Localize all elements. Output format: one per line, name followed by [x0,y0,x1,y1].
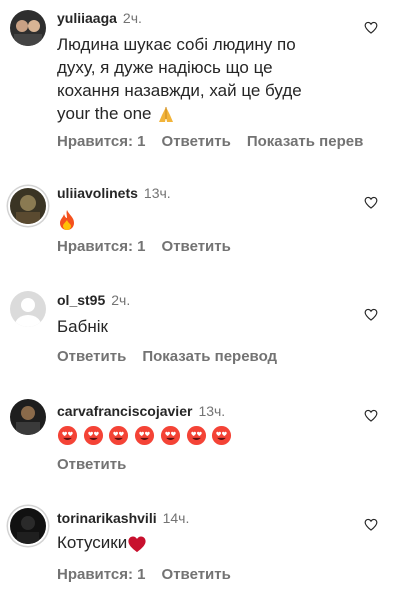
likes-count-button[interactable]: Нравится: 1 [57,238,146,255]
comment-text-content: Котусики [57,533,128,552]
translate-button[interactable]: Показать перев [247,133,363,150]
timestamp: 2ч. [122,10,142,26]
comment-actions: Ответить Показать перевод [57,348,293,365]
comment-text: Людина шукає собі людину по духу, я дуже… [57,33,364,125]
like-heart-icon[interactable] [364,21,378,34]
comment-actions: Ответить [57,456,142,473]
likes-count-button[interactable]: Нравится: 1 [57,566,146,583]
like-heart-icon[interactable] [364,196,378,209]
comment-text [57,423,364,446]
reply-button[interactable]: Ответить [162,238,231,255]
avatar[interactable] [10,399,46,435]
comment-actions: Нравится: 1 Ответить [57,238,247,255]
like-heart-icon[interactable] [364,518,378,531]
comment-header: carvafranciscojavier 13ч. [57,403,225,419]
fire-emoji-icon [60,209,74,230]
comment-header: uliiavolinets 13ч. [57,185,171,201]
comment-text-line: your the one [57,104,152,123]
reply-button[interactable]: Ответить [162,133,231,150]
heart-eyes-emoji-icon [83,425,103,446]
heart-eyes-emoji-icon [135,425,155,446]
like-heart-icon[interactable] [364,308,378,321]
username[interactable]: yuliiaaga [57,10,117,26]
comment-header: torinarikashvili 14ч. [57,510,189,526]
comment-text: Бабнік [57,317,108,336]
default-avatar-icon [10,291,46,327]
red-heart-emoji-icon [128,535,146,552]
reply-button[interactable]: Ответить [162,566,231,583]
heart-eyes-emoji-icon [57,425,78,446]
comment-text: Котусики [57,531,364,554]
translate-button[interactable]: Показать перевод [142,348,277,365]
likes-count-button[interactable]: Нравится: 1 [57,133,146,150]
heart-eyes-emoji-icon [212,425,232,446]
comment-text-line: кохання назавжди, хай це буде [57,81,302,100]
timestamp: 13ч. [143,185,171,201]
avatar[interactable] [10,188,46,224]
comment-header: ol_st95 2ч. [57,292,130,308]
comment-actions: Нравится: 1 Ответить [57,566,247,583]
reply-button[interactable]: Ответить [57,348,126,365]
comment-actions: Нравится: 1 Ответить Показать перев [57,133,379,150]
comment-text-line: Людина шукає собі людину по [57,35,296,54]
avatar[interactable] [10,291,46,327]
like-heart-icon[interactable] [364,409,378,422]
timestamp: 13ч. [198,403,226,419]
folded-hands-emoji-icon [159,106,174,122]
username[interactable]: ol_st95 [57,292,105,308]
comment-text-line: духу, я дуже надіюсь що це [57,58,273,77]
heart-eyes-emoji-icon [109,425,129,446]
comment-header: yuliiaaga 2ч. [57,10,142,26]
avatar[interactable] [10,508,46,544]
heart-eyes-emoji-icon [160,425,180,446]
timestamp: 2ч. [111,292,131,308]
username[interactable]: carvafranciscojavier [57,403,192,419]
username[interactable]: torinarikashvili [57,510,157,526]
timestamp: 14ч. [162,510,190,526]
reply-button[interactable]: Ответить [57,456,126,473]
username[interactable]: uliiavolinets [57,185,138,201]
comment-text [57,207,364,231]
avatar[interactable] [10,10,46,46]
heart-eyes-emoji-icon [186,425,206,446]
